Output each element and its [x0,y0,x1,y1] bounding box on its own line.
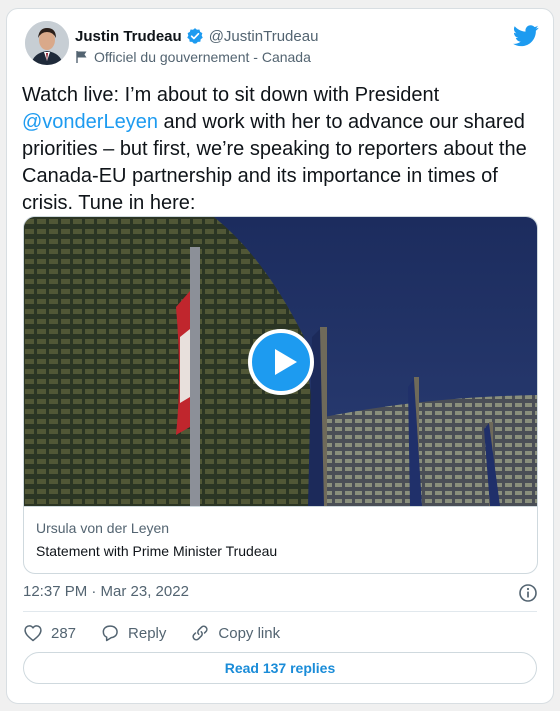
verified-badge-icon [186,27,204,45]
reply-label: Reply [128,624,167,642]
play-icon [275,349,297,375]
author-handle[interactable]: @JustinTrudeau [209,28,319,45]
play-button[interactable] [248,329,314,395]
media-source: Ursula von der Leyen [36,520,170,536]
twitter-bird-icon[interactable] [513,25,539,47]
media-meta[interactable]: Ursula von der Leyen Statement with Prim… [24,506,537,573]
media-card[interactable]: Ursula von der Leyen Statement with Prim… [23,216,538,574]
timestamp[interactable]: 12:37 PM · Mar 23, 2022 [23,583,189,600]
author-name[interactable]: Justin Trudeau [75,28,182,45]
heart-icon [24,625,42,642]
divider [23,611,537,612]
reply-button[interactable]: Reply [100,623,166,643]
affiliation-label: Officiel du gouvernement - Canada [94,49,311,65]
tweet-card: Justin Trudeau @JustinTrudeau Officiel d… [6,8,554,704]
like-button[interactable]: 287 [23,623,76,643]
tweet-text: Watch live: I’m about to sit down with P… [22,82,544,217]
author-row: Justin Trudeau @JustinTrudeau [75,27,318,45]
avatar[interactable] [25,21,69,65]
media-title: Statement with Prime Minister Trudeau [36,543,278,559]
copy-link-button[interactable]: Copy link [190,623,280,643]
link-icon [192,625,208,641]
action-bar: 287 Reply Copy link [23,621,304,645]
flag-icon [75,50,89,64]
affiliation-row: Officiel du gouvernement - Canada [75,49,311,65]
info-icon[interactable] [518,583,538,603]
like-count: 287 [51,624,77,642]
copy-link-label: Copy link [218,624,281,642]
tweet-text-part: Watch live: I’m about to sit down with P… [22,84,440,106]
reply-icon [102,625,118,642]
read-replies-button[interactable]: Read 137 replies [23,652,537,684]
mention-link[interactable]: @vonderLeyen [22,111,158,133]
video-thumbnail[interactable] [24,217,537,506]
